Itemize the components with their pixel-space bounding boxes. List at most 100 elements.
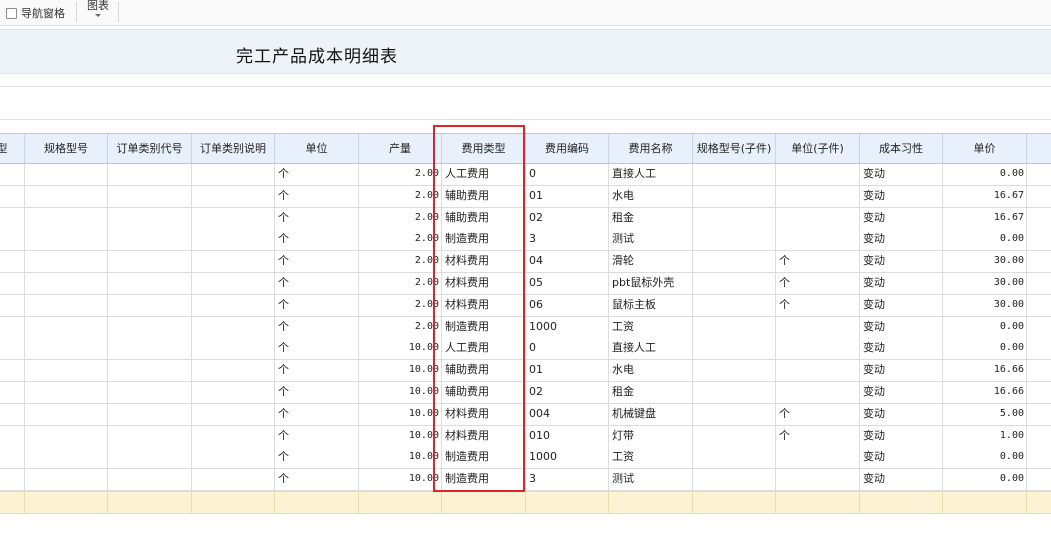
- cell-order-category-code[interactable]: [108, 447, 192, 469]
- table-row[interactable]: 个 2.00 制造费用 1000 工资 变动 0.00: [0, 316, 1051, 339]
- cell-cost-behavior[interactable]: 变动: [860, 316, 943, 338]
- cell-order-category-code[interactable]: [108, 273, 192, 294]
- cell-fee-name[interactable]: 工资: [609, 316, 693, 338]
- cell-fee-name[interactable]: 直接人工: [609, 164, 693, 185]
- cell-type[interactable]: [0, 316, 25, 338]
- cell-fee-name[interactable]: 直接人工: [609, 338, 693, 360]
- cell-unit[interactable]: 个: [275, 251, 359, 273]
- cell-quantity[interactable]: 10.00: [359, 447, 442, 469]
- table-row[interactable]: 个 2.00 人工费用 0 直接人工 变动 0.00: [0, 164, 1051, 186]
- cell-spec[interactable]: [25, 338, 108, 360]
- cell-quantity[interactable]: 2.00: [359, 294, 442, 316]
- cell-spec[interactable]: [25, 382, 108, 403]
- cell-cost-behavior[interactable]: 变动: [860, 207, 943, 229]
- cell-fee-name[interactable]: 滑轮: [609, 251, 693, 273]
- cell-fee-code[interactable]: 06: [526, 294, 609, 316]
- header-cell-fee-name[interactable]: 费用名称: [609, 134, 693, 163]
- cell-sub-spec[interactable]: [693, 360, 776, 382]
- cell-unit[interactable]: 个: [275, 403, 359, 425]
- cell-cost-behavior[interactable]: 变动: [860, 164, 943, 185]
- cell-order-category-desc[interactable]: [192, 403, 275, 425]
- header-cell-sub-unit[interactable]: 单位(子件): [776, 134, 860, 163]
- cell-order-category-code[interactable]: [108, 207, 192, 229]
- cell-fee-code[interactable]: 01: [526, 185, 609, 207]
- cell-unit[interactable]: 个: [275, 229, 359, 251]
- cell-spec[interactable]: [25, 447, 108, 469]
- header-cell-order-category-code[interactable]: 订单类别代号: [108, 134, 192, 163]
- cell-unit-price[interactable]: 0.00: [943, 447, 1027, 469]
- cell-sub-spec[interactable]: [693, 403, 776, 425]
- cell-order-category-code[interactable]: [108, 338, 192, 360]
- cell-sub-spec[interactable]: [693, 382, 776, 403]
- cell-type[interactable]: [0, 403, 25, 425]
- cell-type[interactable]: [0, 360, 25, 382]
- cell-fee-name[interactable]: 水电: [609, 360, 693, 382]
- cell-sub-spec[interactable]: [693, 185, 776, 207]
- cell-fee-name[interactable]: 测试: [609, 469, 693, 491]
- cell-fee-type[interactable]: 制造费用: [442, 316, 526, 338]
- cell-unit-price[interactable]: 5.00: [943, 403, 1027, 425]
- cell-fee-name[interactable]: 机械键盘: [609, 403, 693, 425]
- table-row[interactable]: 个 10.00 人工费用 0 直接人工 变动 0.00: [0, 338, 1051, 361]
- cell-order-category-code[interactable]: [108, 185, 192, 207]
- cell-unit[interactable]: 个: [275, 316, 359, 338]
- header-cell-sub-spec[interactable]: 规格型号(子件): [693, 134, 776, 163]
- table-row[interactable]: 个 10.00 辅助费用 01 水电 变动 16.66: [0, 360, 1051, 383]
- cell-order-category-desc[interactable]: [192, 251, 275, 273]
- cell-unit-price[interactable]: 0.00: [943, 469, 1027, 491]
- cell-sub-unit[interactable]: [776, 447, 860, 469]
- cell-unit-price[interactable]: 0.00: [943, 229, 1027, 251]
- table-row[interactable]: 个 10.00 制造费用 1000 工资 变动 0.00: [0, 447, 1051, 470]
- cell-spec[interactable]: [25, 185, 108, 207]
- cell-sub-unit[interactable]: [776, 338, 860, 360]
- cell-fee-type[interactable]: 人工费用: [442, 338, 526, 360]
- cell-sub-unit[interactable]: [776, 185, 860, 207]
- cell-sub-spec[interactable]: [693, 294, 776, 316]
- cell-cost-behavior[interactable]: 变动: [860, 251, 943, 273]
- cell-order-category-desc[interactable]: [192, 382, 275, 403]
- cell-fee-type[interactable]: 材料费用: [442, 294, 526, 316]
- cell-order-category-code[interactable]: [108, 360, 192, 382]
- cell-spec[interactable]: [25, 229, 108, 251]
- cell-unit-price[interactable]: 16.66: [943, 382, 1027, 403]
- cell-order-category-desc[interactable]: [192, 338, 275, 360]
- cell-order-category-code[interactable]: [108, 382, 192, 403]
- cell-fee-type[interactable]: 制造费用: [442, 447, 526, 469]
- cell-cost-behavior[interactable]: 变动: [860, 425, 943, 447]
- cell-order-category-desc[interactable]: [192, 164, 275, 185]
- cell-sub-spec[interactable]: [693, 447, 776, 469]
- cell-sub-unit[interactable]: [776, 360, 860, 382]
- header-cell-fee-code[interactable]: 费用编码: [526, 134, 609, 163]
- cell-spec[interactable]: [25, 164, 108, 185]
- cell-spec[interactable]: [25, 207, 108, 229]
- cell-unit-price[interactable]: 16.67: [943, 207, 1027, 229]
- cell-order-category-desc[interactable]: [192, 185, 275, 207]
- cell-fee-type[interactable]: 制造费用: [442, 469, 526, 491]
- cell-spec[interactable]: [25, 316, 108, 338]
- cell-fee-code[interactable]: 01: [526, 360, 609, 382]
- cell-fee-type[interactable]: 制造费用: [442, 229, 526, 251]
- cell-unit[interactable]: 个: [275, 382, 359, 403]
- cell-type[interactable]: [0, 185, 25, 207]
- cell-fee-code[interactable]: 3: [526, 469, 609, 491]
- cell-fee-name[interactable]: 灯带: [609, 425, 693, 447]
- table-row[interactable]: 个 2.00 制造费用 3 测试 变动 0.00: [0, 229, 1051, 252]
- nav-pane-toggle[interactable]: 导航窗格: [6, 5, 65, 21]
- cell-order-category-code[interactable]: [108, 316, 192, 338]
- cell-type[interactable]: [0, 251, 25, 273]
- cell-type[interactable]: [0, 447, 25, 469]
- cell-sub-spec[interactable]: [693, 425, 776, 447]
- cell-cost-behavior[interactable]: 变动: [860, 382, 943, 403]
- cell-sub-unit[interactable]: 个: [776, 403, 860, 425]
- cell-cost-behavior[interactable]: 变动: [860, 273, 943, 294]
- cell-fee-type[interactable]: 材料费用: [442, 251, 526, 273]
- header-cell-order-category-desc[interactable]: 订单类别说明: [192, 134, 275, 163]
- cell-type[interactable]: [0, 338, 25, 360]
- table-row[interactable]: 个 2.00 辅助费用 01 水电 变动 16.67: [0, 185, 1051, 208]
- cell-type[interactable]: [0, 229, 25, 251]
- cell-fee-name[interactable]: 租金: [609, 382, 693, 403]
- cell-sub-spec[interactable]: [693, 207, 776, 229]
- cell-quantity[interactable]: 10.00: [359, 338, 442, 360]
- cell-fee-type[interactable]: 辅助费用: [442, 382, 526, 403]
- cell-type[interactable]: [0, 164, 25, 185]
